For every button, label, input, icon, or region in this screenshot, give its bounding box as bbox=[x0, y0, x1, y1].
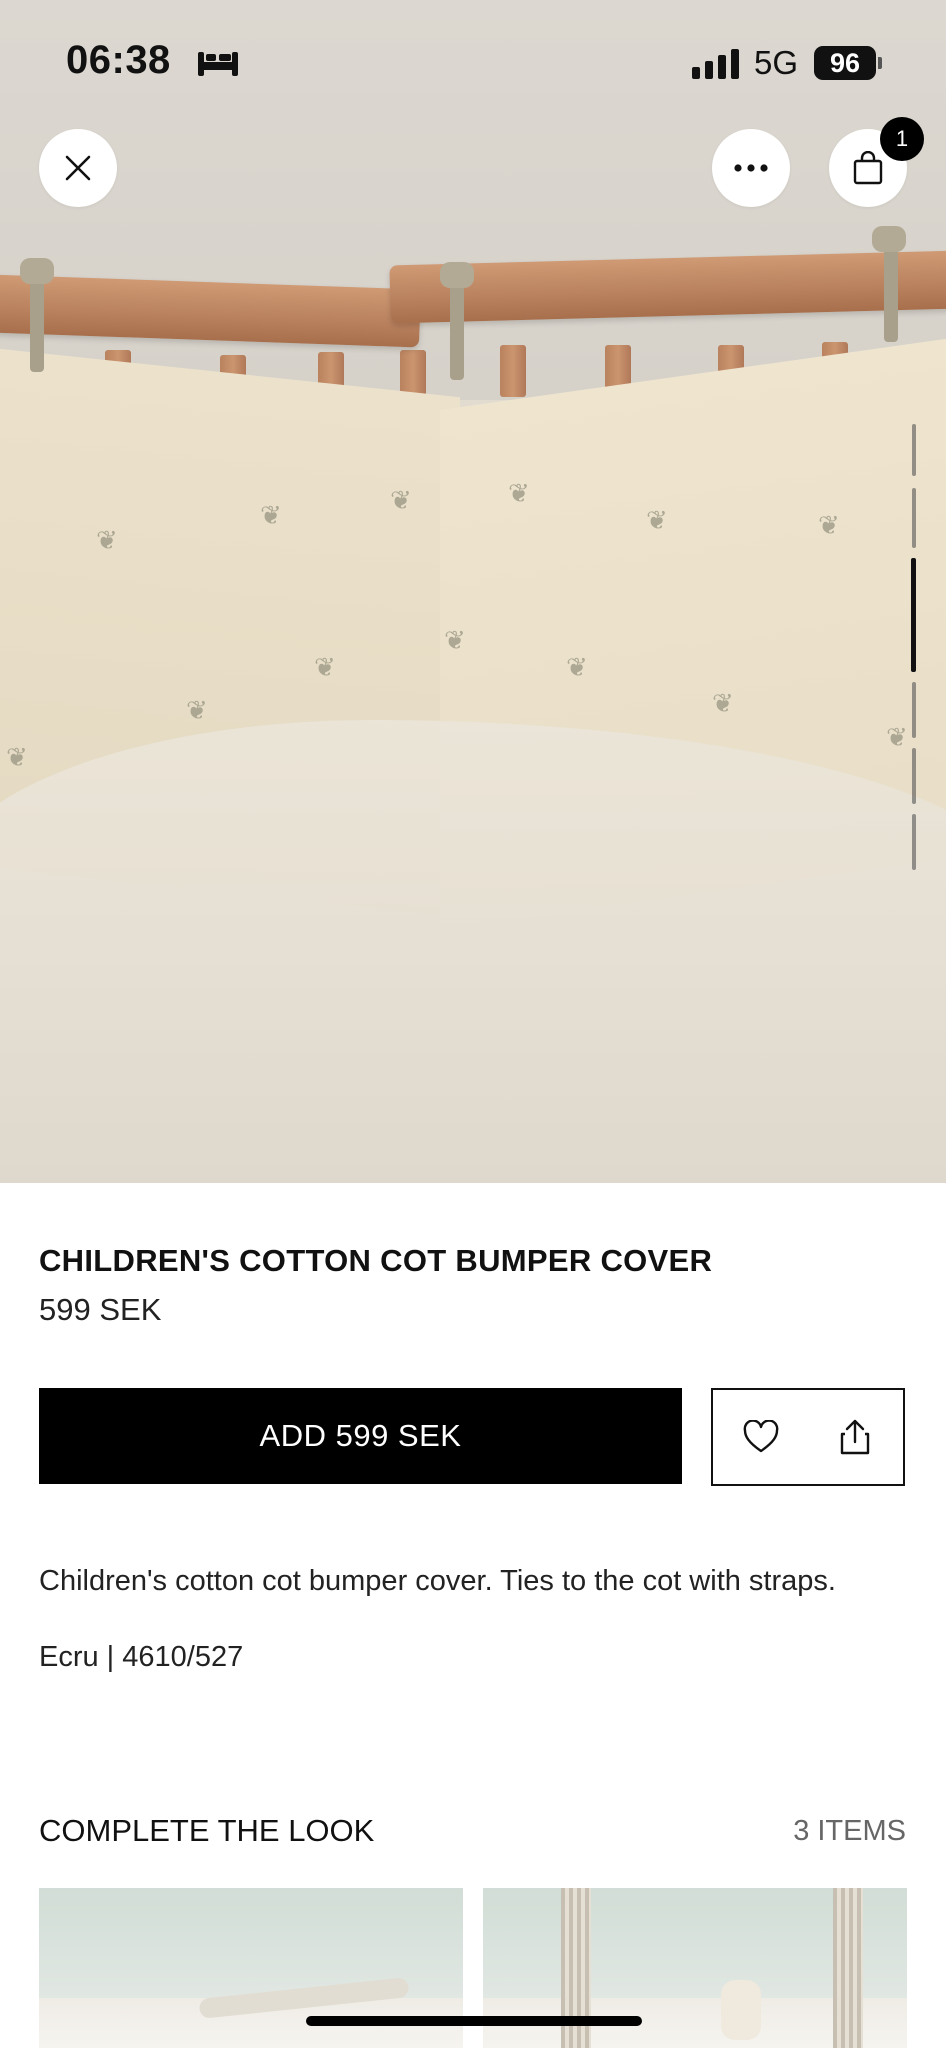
signal-icon bbox=[692, 49, 739, 79]
sprig-pattern: ❦ bbox=[646, 505, 668, 535]
complete-the-look-title: COMPLETE THE LOOK bbox=[39, 1813, 375, 1848]
sprig-pattern: ❦ bbox=[818, 510, 840, 540]
complete-the-look-count[interactable]: 3 ITEMS bbox=[793, 1815, 906, 1848]
bed-icon bbox=[196, 48, 240, 83]
sprig-pattern: ❦ bbox=[260, 500, 282, 530]
mattress-front bbox=[0, 720, 946, 1183]
product-image[interactable]: ❦ ❦ ❦ ❦ ❦ ❦ ❦ ❦ ❦ ❦ ❦ ❦ ❦ bbox=[0, 0, 946, 1183]
sprig-pattern: ❦ bbox=[886, 722, 908, 752]
status-bar: 06:38 5G 96 bbox=[0, 0, 946, 120]
bag-icon bbox=[853, 151, 883, 185]
tie-knot bbox=[872, 226, 906, 252]
cart-count-badge: 1 bbox=[880, 117, 924, 161]
sprig-pattern: ❦ bbox=[390, 485, 412, 515]
sprig-pattern: ❦ bbox=[186, 695, 208, 725]
sprig-pattern: ❦ bbox=[96, 525, 118, 555]
battery-icon: 96 bbox=[814, 46, 876, 80]
tie-knot bbox=[20, 258, 54, 284]
product-price: 599 SEK bbox=[39, 1292, 162, 1327]
heart-icon bbox=[743, 1420, 779, 1453]
sprig-pattern: ❦ bbox=[6, 742, 28, 772]
home-indicator[interactable] bbox=[306, 2016, 642, 2026]
gallery-indicator-segment bbox=[912, 682, 916, 738]
product-title: CHILDREN'S COTTON COT BUMPER COVER bbox=[39, 1243, 713, 1278]
thumbnail-brush bbox=[721, 1980, 761, 2040]
sprig-pattern: ❦ bbox=[444, 625, 466, 655]
product-color-reference: Ecru | 4610/527 bbox=[39, 1641, 244, 1673]
more-options-button[interactable] bbox=[712, 129, 790, 207]
sprig-pattern: ❦ bbox=[566, 652, 588, 682]
add-to-cart-button[interactable]: ADD 599 SEK bbox=[39, 1388, 682, 1484]
gallery-indicator-segment bbox=[912, 748, 916, 804]
share-icon bbox=[840, 1419, 870, 1455]
wishlist-button[interactable] bbox=[711, 1388, 811, 1486]
status-time: 06:38 bbox=[66, 38, 171, 82]
gallery-indicator-active bbox=[911, 558, 916, 672]
network-label: 5G bbox=[754, 44, 799, 81]
sprig-pattern: ❦ bbox=[314, 652, 336, 682]
thumbnail-strap bbox=[833, 1888, 863, 2048]
gallery-indicator-segment bbox=[912, 488, 916, 548]
sprig-pattern: ❦ bbox=[508, 478, 530, 508]
close-button[interactable] bbox=[39, 129, 117, 207]
tie-knot bbox=[440, 262, 474, 288]
battery-tip bbox=[878, 57, 882, 69]
share-button[interactable] bbox=[807, 1388, 905, 1486]
product-description: Children's cotton cot bumper cover. Ties… bbox=[39, 1565, 836, 1597]
gallery-indicator-segment bbox=[912, 424, 916, 476]
gallery-indicator-segment bbox=[912, 814, 916, 870]
sprig-pattern: ❦ bbox=[712, 688, 734, 718]
cot-slat bbox=[500, 345, 526, 397]
close-icon bbox=[65, 155, 91, 181]
more-icon bbox=[734, 164, 768, 172]
